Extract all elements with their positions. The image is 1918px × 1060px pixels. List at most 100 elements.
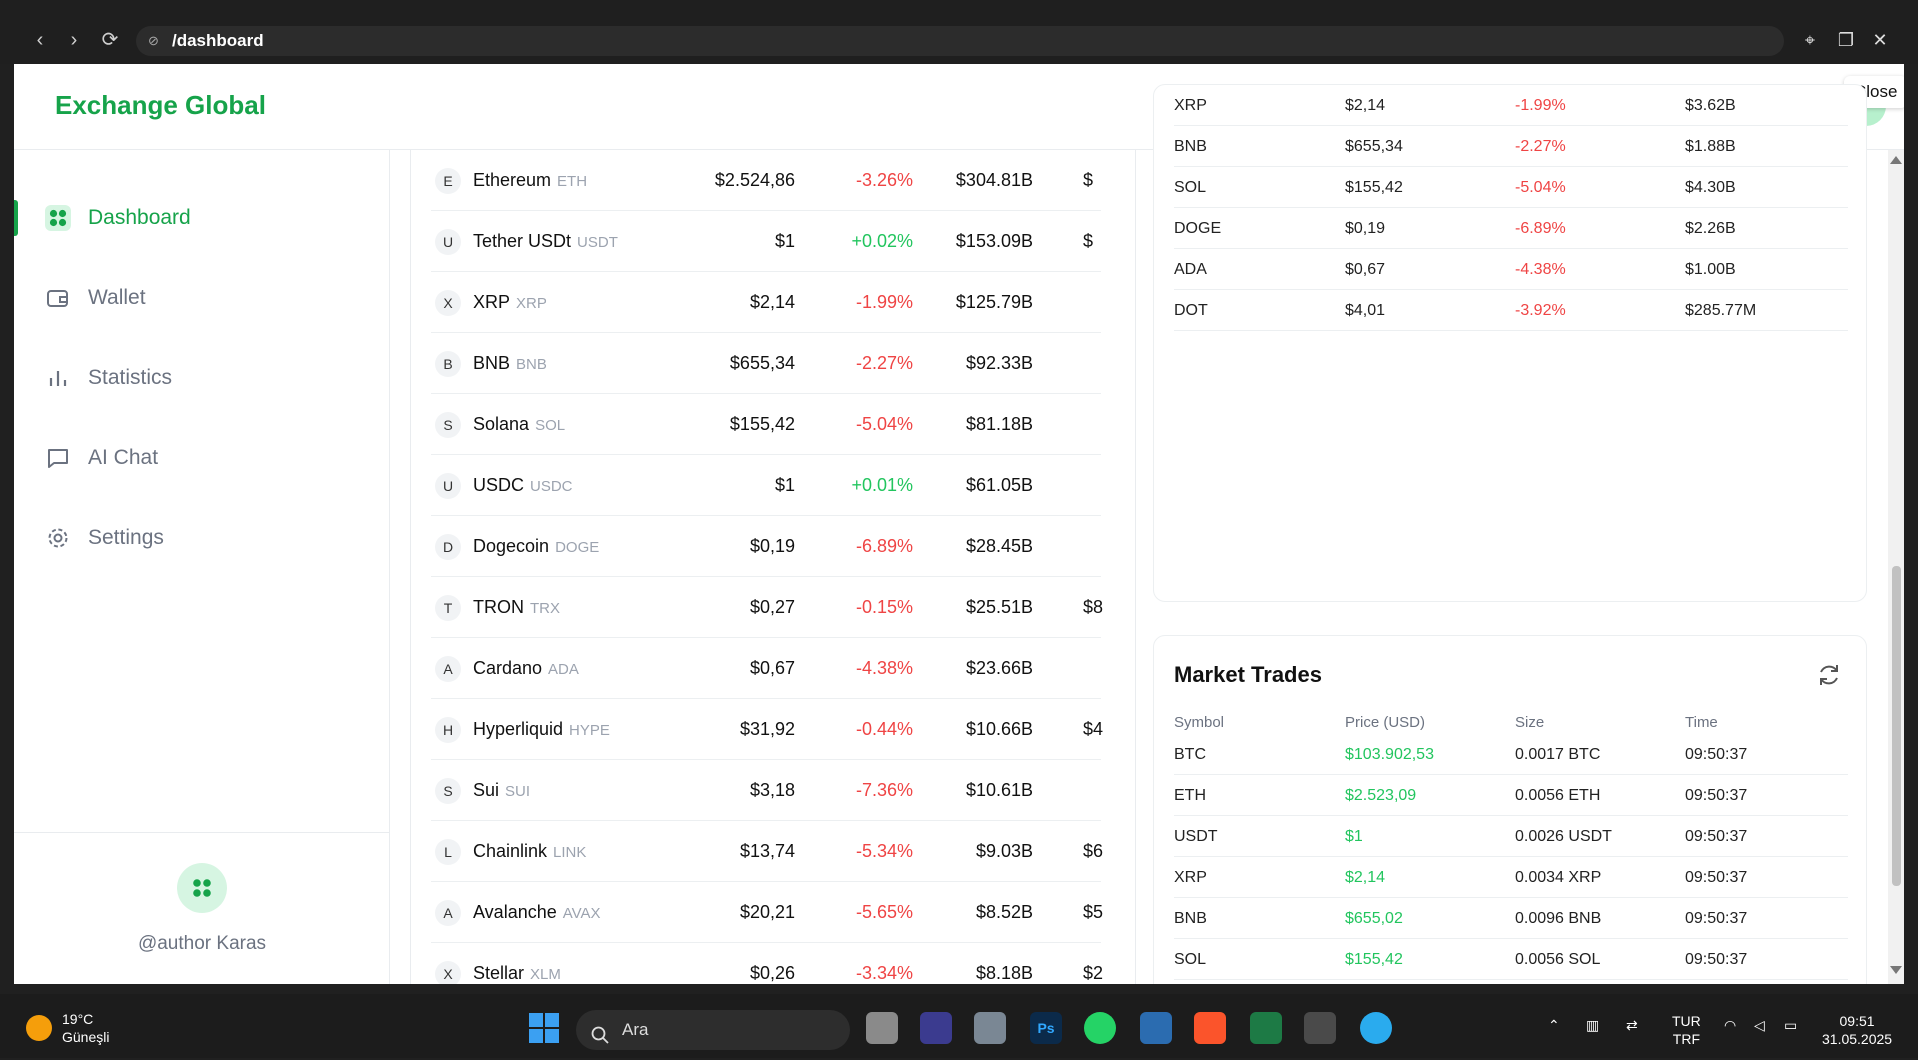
calculator-icon[interactable] <box>974 1012 1006 1044</box>
sidebar-item-ai-chat[interactable]: AI Chat <box>14 432 390 484</box>
windows-start-icon[interactable] <box>528 1012 560 1049</box>
coin-name: XRP XRP <box>473 292 547 313</box>
top-movers-card: XRP $2,14 -1.99% $3.62B BNB $655,34 -2.27% $1.8… <box>1153 84 1867 602</box>
sidebar-item-wallet[interactable]: Wallet <box>14 272 390 324</box>
trade-row[interactable]: BNB $655,02 0.0096 BNB 09:50:37 <box>1174 898 1848 939</box>
row-change: -2.27% <box>1515 138 1566 155</box>
vs-icon[interactable] <box>920 1012 952 1044</box>
scroll-thumb[interactable] <box>1892 566 1901 886</box>
table-row[interactable]: H Hyperliquid HYPE $31,92 -0.44% $10.66B $4 <box>431 699 1103 760</box>
table-row[interactable]: SOL $155,42 -5.04% $4.30B <box>1174 167 1848 208</box>
brave-icon[interactable] <box>1194 1012 1226 1044</box>
table-row[interactable]: X XRP XRP $2,14 -1.99% $125.79B <box>431 272 1101 333</box>
coin-change: -7.36% <box>855 780 913 800</box>
row-price: $2,14 <box>1345 97 1386 114</box>
coin-name-text: Solana <box>473 414 530 434</box>
trade-row[interactable]: USDT $1 0.0026 USDT 09:50:37 <box>1174 816 1848 857</box>
back-icon[interactable]: ‹ <box>28 28 52 52</box>
trade-row[interactable]: XRP $2,14 0.0034 XRP 09:50:37 <box>1174 857 1848 898</box>
table-row[interactable]: ADA $0,67 -4.38% $1.00B <box>1174 249 1848 290</box>
taskbar-search[interactable]: Ara <box>576 1010 850 1050</box>
coin-badge: X <box>435 290 461 316</box>
tray-settings-icon[interactable]: ⇄ <box>1626 1016 1638 1034</box>
tray-chevron-icon[interactable]: ⌃ <box>1548 1016 1560 1034</box>
coin-change: -5.65% <box>855 902 913 922</box>
coin-badge: D <box>435 534 461 560</box>
coin-name: Cardano ADA <box>473 658 579 679</box>
coin-market-cap: $9.03B <box>975 841 1033 861</box>
table-row[interactable]: U Tether USDt USDT $1 +0.02% $153.09B $ <box>431 211 1101 272</box>
photoshop-icon[interactable]: Ps <box>1030 1012 1062 1044</box>
wifi-icon[interactable]: ◠ <box>1724 1016 1736 1034</box>
picker-icon[interactable]: ⌖ <box>1798 28 1822 52</box>
brand-logo[interactable]: Exchange Global <box>55 90 266 121</box>
clock[interactable]: 09:51 31.05.2025 <box>1822 1012 1892 1048</box>
table-row[interactable]: A Avalanche AVAX $20,21 -5.65% $8.52B $5 <box>431 882 1103 943</box>
table-row[interactable]: XRP $2,14 -1.99% $3.62B <box>1174 85 1848 126</box>
row-symbol: XRP <box>1174 97 1207 114</box>
table-row[interactable]: B BNB BNB $655,34 -2.27% $92.33B <box>431 333 1101 394</box>
reload-icon[interactable]: ⟳ <box>98 28 122 52</box>
row-change: -4.38% <box>1515 261 1566 278</box>
mail-icon[interactable] <box>1140 1012 1172 1044</box>
coin-name-text: Avalanche <box>473 902 557 922</box>
avatar[interactable] <box>177 863 227 913</box>
sublime-icon[interactable] <box>1304 1012 1336 1044</box>
excel-icon[interactable] <box>1250 1012 1282 1044</box>
table-row[interactable]: U USDC USDC $1 +0.01% $61.05B <box>431 455 1101 516</box>
close-icon[interactable]: ✕ <box>1868 28 1892 52</box>
restore-icon[interactable]: ❐ <box>1834 28 1858 52</box>
url-text: /dashboard <box>172 31 264 50</box>
site-info-icon[interactable]: ⊘ <box>148 26 159 56</box>
refresh-icon[interactable] <box>1816 662 1842 693</box>
scroll-up-icon[interactable] <box>1890 156 1902 164</box>
scroll-down-icon[interactable] <box>1890 966 1902 974</box>
weather-widget[interactable]: 19°C Güneşli <box>26 1010 109 1046</box>
chat-icon <box>44 444 72 472</box>
trade-row[interactable]: ETH $2.523,09 0.0056 ETH 09:50:37 <box>1174 775 1848 816</box>
coin-symbol: XRP <box>516 295 547 312</box>
trade-price: $1 <box>1345 828 1363 845</box>
table-row[interactable]: T TRON TRX $0,27 -0.15% $25.51B $8 <box>431 577 1103 638</box>
table-row[interactable]: D Dogecoin DOGE $0,19 -6.89% $28.45B <box>431 516 1101 577</box>
page-scrollbar[interactable] <box>1888 150 1904 984</box>
table-row[interactable]: X Stellar XLM $0,26 -3.34% $8.18B $2 <box>431 943 1104 984</box>
market-trades-card: Market Trades Symbol Price (USD) Size Ti… <box>1153 635 1867 984</box>
app-window: Exchange Global Close Dashboard Wallet <box>14 64 1904 984</box>
sidebar-item-settings[interactable]: Settings <box>14 512 390 564</box>
table-row[interactable]: L Chainlink LINK $13,74 -5.34% $9.03B $6 <box>431 821 1103 882</box>
browser-toolbar: ‹ › ⟳ ⊘ /dashboard ⌖ ❐ ✕ <box>0 0 1918 64</box>
coin-name: Stellar XLM <box>473 963 561 984</box>
table-row[interactable]: S Solana SOL $155,42 -5.04% $81.18B <box>431 394 1101 455</box>
row-price: $4,01 <box>1345 302 1386 319</box>
battery-icon[interactable]: ▭ <box>1784 1016 1797 1034</box>
coin-extra: $ <box>1083 231 1094 251</box>
sidebar-item-label: Dashboard <box>88 206 191 229</box>
table-row[interactable]: S Sui SUI $3,18 -7.36% $10.61B <box>431 760 1101 821</box>
lang-label: TUR <box>1672 1013 1701 1029</box>
coin-extra: $2 <box>1083 963 1104 983</box>
trade-symbol: BTC <box>1174 746 1206 763</box>
whatsapp-icon[interactable] <box>1084 1012 1116 1044</box>
coin-change: -0.15% <box>855 597 913 617</box>
forward-icon[interactable]: › <box>62 28 86 52</box>
sidebar-item-dashboard[interactable]: Dashboard <box>14 192 390 244</box>
trade-symbol: ETH <box>1174 787 1206 804</box>
table-row[interactable]: DOGE $0,19 -6.89% $2.26B <box>1174 208 1848 249</box>
trade-row[interactable]: BTC $103.902,53 0.0017 BTC 09:50:37 <box>1174 734 1848 775</box>
coin-market-cap: $8.18B <box>975 963 1033 983</box>
telegram-icon[interactable] <box>1360 1012 1392 1044</box>
table-row[interactable]: DOT $4,01 -3.92% $285.77M <box>1174 290 1848 331</box>
sidebar-item-statistics[interactable]: Statistics <box>14 352 390 404</box>
table-row[interactable]: BNB $655,34 -2.27% $1.88B <box>1174 126 1848 167</box>
keyboard-layout[interactable]: TUR TRF <box>1672 1012 1701 1048</box>
volume-icon[interactable]: ◁ <box>1754 1016 1765 1034</box>
trade-row[interactable]: SOL $155,42 0.0056 SOL 09:50:37 <box>1174 939 1848 980</box>
task-view-icon[interactable] <box>866 1012 898 1044</box>
coin-name-text: TRON <box>473 597 524 617</box>
table-row[interactable]: E Ethereum ETH $2.524,86 -3.26% $304.81B $ <box>431 150 1101 211</box>
table-row[interactable]: A Cardano ADA $0,67 -4.38% $23.66B <box>431 638 1101 699</box>
tray-app-icon[interactable]: ▥ <box>1586 1016 1599 1034</box>
address-bar[interactable]: ⊘ /dashboard <box>136 26 1784 56</box>
coin-change: -2.27% <box>855 353 913 373</box>
